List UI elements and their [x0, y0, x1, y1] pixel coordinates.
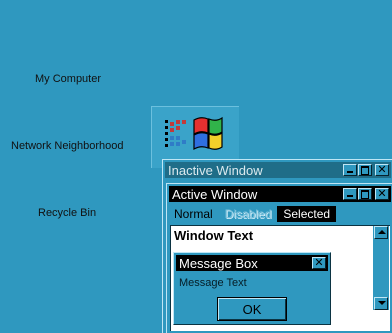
scroll-down-button[interactable] [374, 297, 388, 310]
desktop-icon-label: Recycle Bin [38, 207, 97, 219]
message-box-title: Message Box [179, 255, 258, 271]
maximize-button[interactable] [358, 188, 372, 200]
ok-button-label: OK [242, 301, 262, 317]
minimize-button[interactable] [343, 164, 357, 176]
scroll-up-button[interactable] [374, 226, 388, 239]
close-icon: ✕ [314, 257, 324, 269]
maximize-icon [361, 166, 369, 175]
minimize-icon [347, 195, 353, 197]
inactive-window-title: Inactive Window [168, 162, 263, 178]
close-button[interactable]: ✕ [312, 257, 326, 269]
menu-bar: Normal Disabled Selected [168, 205, 337, 223]
menu-item-normal[interactable]: Normal [168, 206, 219, 222]
inactive-window-titlebar[interactable]: Inactive Window ✕ [165, 162, 391, 178]
maximize-button[interactable] [358, 164, 372, 176]
active-window-titlebar[interactable]: Active Window ✕ [169, 186, 391, 202]
ok-button[interactable]: OK [217, 297, 287, 321]
close-icon: ✕ [377, 164, 387, 176]
scroll-up-arrow-icon [378, 230, 386, 234]
message-box-titlebar[interactable]: Message Box ✕ [176, 255, 328, 271]
minimize-button[interactable] [343, 188, 357, 200]
desktop-icon-my-computer[interactable]: My Computer [35, 73, 101, 85]
vertical-scrollbar[interactable] [373, 226, 389, 310]
active-window-title: Active Window [172, 186, 258, 202]
message-text: Message Text [179, 277, 247, 289]
close-button[interactable]: ✕ [375, 164, 389, 176]
desktop-icon-network-neighborhood[interactable]: Network Neighborhood [11, 140, 124, 152]
minimize-icon [347, 171, 353, 173]
close-icon: ✕ [377, 188, 387, 200]
close-button[interactable]: ✕ [375, 188, 389, 200]
scroll-down-arrow-icon [378, 301, 386, 305]
window-text: Window Text [174, 228, 254, 243]
menu-item-selected[interactable]: Selected [277, 206, 337, 222]
menu-item-disabled: Disabled [224, 207, 272, 221]
desktop-icon-recycle-bin[interactable]: Recycle Bin [38, 207, 96, 219]
desktop-icon-label: My Computer [35, 73, 102, 85]
desktop-icon-label: Network Neighborhood [11, 140, 124, 152]
maximize-icon [361, 190, 369, 199]
message-box[interactable]: Message Box ✕ Message Text OK [173, 252, 331, 325]
